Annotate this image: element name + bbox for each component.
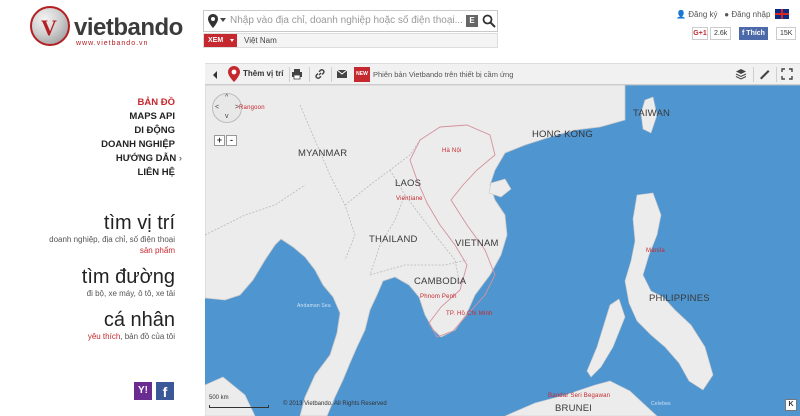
find-route-section: tìm đường đi bộ, xe máy, ô tô, xe tải [82,266,175,299]
map-view[interactable]: ^ < > v + - MYANMAR LAOS THAILAND VIETNA… [205,85,800,416]
land-philippines [624,192,714,391]
chevron-down-icon[interactable] [220,18,226,22]
label-myanmar: MYANMAR [298,148,348,159]
toolbar-divider [776,67,777,82]
find-location-title[interactable]: tìm vị trí [49,212,175,234]
label-philippines: PHILIPPINES [649,293,710,304]
toolbar-divider [753,67,754,82]
label-hongkong: HONG KONG [532,129,593,140]
label-taiwan: TAIWAN [633,108,671,119]
uk-flag-icon[interactable] [775,9,789,19]
toolbar-divider [331,67,332,82]
facebook-like-button[interactable]: f Thích [739,27,768,40]
register-link[interactable]: Đăng ký [688,10,717,19]
label-cambodia: CAMBODIA [414,276,467,287]
location-pin-icon[interactable] [208,14,218,28]
collapse-arrow-icon[interactable] [213,71,217,79]
menu-item-maps-api[interactable]: MAPS API [101,110,175,124]
collapse-corner-icon[interactable]: K [785,399,797,411]
label-andaman-sea: Andaman Sea [297,303,331,309]
scale-bar [209,405,269,408]
map-canvas[interactable] [205,85,800,416]
find-location-desc: doanh nghiệp, địa chỉ, số điện thoại [49,235,175,244]
pan-up-icon[interactable]: ^ [225,94,228,101]
menu-item-bản-đồ[interactable]: BẢN ĐỒ [101,96,175,110]
menu-item-hướng-dẫn[interactable]: HƯỚNG DẪN [101,152,176,166]
toolbar-divider [289,67,290,82]
label-rangoon[interactable]: Rangoon [239,105,265,111]
keyboard-icon[interactable]: E [466,15,478,27]
yahoo-icon[interactable]: Y! [134,382,152,400]
facebook-icon: f [742,30,745,37]
fullscreen-icon[interactable] [781,68,793,80]
login-link[interactable]: Đăng nhập [731,10,770,19]
my-maps-link[interactable]: bản đồ của tôi [125,332,175,341]
new-badge: NEW [354,67,370,82]
search-input[interactable]: Nhập vào địa chỉ, doanh nghiệp hoặc số đ… [230,15,463,26]
logo-url: www.vietbando.vn [76,40,149,47]
add-location-pin-icon[interactable] [228,66,240,82]
label-vietnam: VIETNAM [455,238,499,249]
products-link[interactable]: sản phẩm [140,246,175,255]
label-thailand: THAILAND [369,234,418,245]
label-phnompenh[interactable]: Phnom Penh [420,294,457,300]
zoom-in-button[interactable]: + [214,135,225,146]
logo-emblem: V [30,6,70,46]
label-vientiane[interactable]: Vientiane [396,196,423,202]
auth-links: 👤 Đăng ký ● Đăng nhập [676,10,770,19]
search-box[interactable]: Nhập vào địa chỉ, doanh nghiệp hoặc số đ… [203,10,498,32]
label-brunei: BRUNEI [555,403,593,414]
user-icon: 👤 [676,10,686,19]
logo-name: vietbando [74,14,183,41]
zoom-out-button[interactable]: - [226,135,237,146]
label-laos: LAOS [395,178,422,189]
pan-down-icon[interactable]: v [225,113,229,120]
toolbar-divider [309,67,310,82]
link-icon[interactable] [314,68,326,80]
label-hcm[interactable]: TP. Hồ Chí Minh [446,311,493,317]
label-celebes-sea: Celebes [651,401,671,407]
map-toolbar: Thêm vị trí NEW Phiên bản Vietbando trên… [205,63,800,85]
label-bsb[interactable]: Bandar Seri Begawan [548,393,610,399]
land-hainan [488,178,512,198]
personal-section: cá nhân yêu thích, bản đồ của tôi [87,309,175,341]
region-button[interactable]: XEM [204,34,237,47]
layers-icon[interactable] [735,68,747,80]
find-location-section: tìm vị trí doanh nghiệp, địa chỉ, số điệ… [49,212,175,256]
find-route-title[interactable]: tìm đường [82,266,175,288]
menu-item-liên-hệ[interactable]: LIÊN HỆ [101,166,175,180]
print-icon[interactable] [291,68,303,80]
facebook-like-count: 15K [776,27,797,40]
main-menu: BẢN ĐỒ MAPS API DI ĐỘNG DOANH NGHIỆP HƯỚNG D… [101,96,176,180]
lock-icon: ● [724,10,730,19]
mobile-version-link[interactable]: Phiên bản Vietbando trên thiết bị cầm ứn… [373,70,513,79]
favorites-link[interactable]: yêu thích [88,332,120,341]
gplus-count: 2.6k [710,27,732,40]
pan-left-icon[interactable]: < [215,104,219,111]
personal-title[interactable]: cá nhân [88,309,175,331]
region-value: Việt Nam [244,36,277,45]
land-palawan [586,298,626,378]
mail-icon[interactable] [336,68,348,80]
menu-item-doanh-nghiệp[interactable]: DOANH NGHIỆP [101,138,175,152]
gplus-button[interactable]: G+1 [692,27,708,40]
pan-control[interactable]: ^ < > v [212,93,242,123]
label-manila[interactable]: Manila [646,248,665,254]
vietbando-logo[interactable]: V vietbando www.vietbando.vn [30,6,183,52]
menu-item-di-động[interactable]: DI ĐỘNG [101,124,175,138]
region-selector[interactable]: XEM Việt Nam [203,33,498,48]
scale-label: 500 km [209,395,229,401]
ruler-icon[interactable] [758,68,770,80]
label-hanoi[interactable]: Hà Nội [442,148,462,154]
zoom-control: + - [214,135,238,147]
add-location-button[interactable]: Thêm vị trí [243,69,283,78]
facebook-icon[interactable]: f [156,382,174,400]
search-icon[interactable] [482,14,496,28]
find-route-desc: đi bộ, xe máy, ô tô, xe tải [86,289,175,298]
copyright: © 2013 Vietbando. All Rights Reserved [283,401,387,407]
